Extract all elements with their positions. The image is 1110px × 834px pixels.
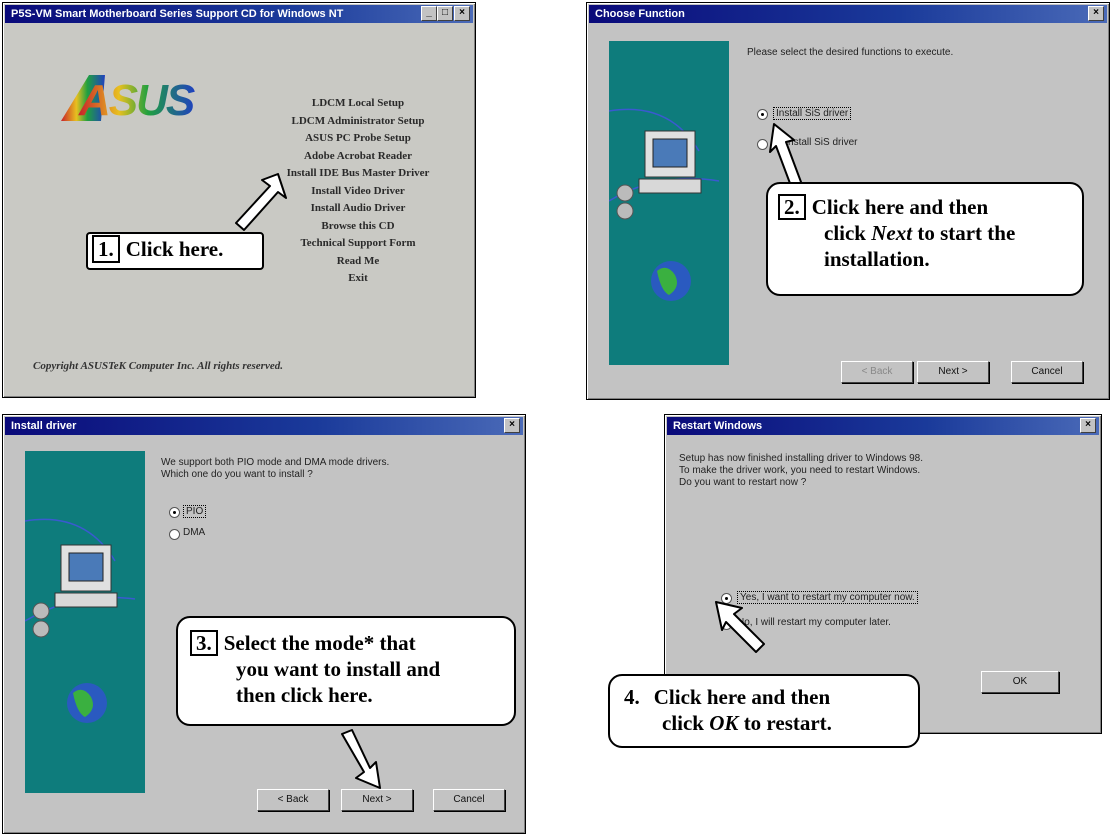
wizard-image-panel	[609, 41, 729, 365]
callout-text: Click here and then	[811, 195, 989, 219]
radio-pio[interactable]	[169, 507, 180, 518]
back-button[interactable]: < Back	[841, 361, 913, 383]
step-number: 4.	[624, 685, 640, 709]
asus-logo: ASUS	[61, 75, 197, 125]
callout-text: Click here and then	[653, 685, 831, 709]
callout-text: Click here.	[125, 237, 224, 261]
callout-text: click	[662, 711, 710, 735]
dialog-prompt-line-1: We support both PIO mode and DMA mode dr…	[161, 457, 390, 468]
restart-text-line-2: To make the driver work, you need to res…	[679, 465, 921, 476]
window-title: P5S-VM Smart Motherboard Series Support …	[5, 5, 473, 23]
menu-item-readme[interactable]: Read Me	[243, 253, 473, 271]
dialog-title: Choose Function	[589, 5, 1107, 23]
callout-line-1: 2. Click here and then	[778, 194, 1082, 220]
next-button[interactable]: Next >	[341, 789, 413, 811]
restart-text-line-1: Setup has now finished installing driver…	[679, 453, 924, 464]
callout-step-4: 4. Click here and then click OK to restar…	[608, 674, 920, 748]
copyright-text: Copyright ASUSTeK Computer Inc. All righ…	[33, 360, 283, 372]
menu-item-ldcm-local[interactable]: LDCM Local Setup	[243, 95, 473, 113]
wizard-image-panel	[25, 451, 145, 793]
callout-line-3: then click here.	[236, 683, 373, 707]
menu-item-exit[interactable]: Exit	[243, 270, 473, 288]
callout-text: click	[824, 221, 872, 245]
close-button[interactable]: ×	[1088, 6, 1104, 21]
callout-step-2: 2. Click here and then click Next to star…	[766, 182, 1084, 296]
svg-text:ASUS: ASUS	[78, 76, 195, 125]
cancel-button[interactable]: Cancel	[433, 789, 505, 811]
dialog-prompt: Please select the desired functions to e…	[747, 47, 954, 58]
dialog-prompt-line-2: Which one do you want to install ?	[161, 469, 313, 480]
callout-text: to start the	[912, 221, 1016, 245]
next-button[interactable]: Next >	[917, 361, 989, 383]
close-button[interactable]: ×	[1080, 418, 1096, 433]
minimize-button[interactable]: _	[421, 6, 437, 21]
callout-text: Select the mode* that	[223, 631, 416, 655]
callout-step-3: 3. Select the mode* that you want to inst…	[176, 616, 516, 726]
menu-item-acrobat[interactable]: Adobe Acrobat Reader	[243, 148, 473, 166]
maximize-button[interactable]: □	[437, 6, 453, 21]
back-button[interactable]: < Back	[257, 789, 329, 811]
menu-item-ldcm-admin[interactable]: LDCM Administrator Setup	[243, 113, 473, 131]
close-button[interactable]: ×	[504, 418, 520, 433]
callout-emphasis: OK	[709, 711, 739, 735]
callout-line-1: 4. Click here and then	[624, 684, 918, 710]
menu-item-pc-probe[interactable]: ASUS PC Probe Setup	[243, 130, 473, 148]
ok-button[interactable]: OK	[981, 671, 1059, 693]
close-button[interactable]: ×	[454, 6, 470, 21]
dialog-title: Install driver	[5, 417, 523, 435]
computer-icon	[609, 108, 720, 301]
arrow-pointer-1	[235, 173, 287, 231]
step-number: 2.	[778, 194, 806, 220]
step-number: 1.	[92, 235, 120, 263]
option-pio-label[interactable]: PIO	[183, 505, 207, 518]
option-dma-label[interactable]: DMA	[183, 527, 205, 538]
callout-step-1: 1. Click here.	[86, 232, 264, 270]
restart-text-line-3: Do you want to restart now ?	[679, 477, 807, 488]
arrow-pointer-4	[715, 601, 765, 653]
callout-text: to restart.	[738, 711, 832, 735]
callout-line-2: click Next to start the	[778, 220, 1082, 246]
callout-emphasis: Next	[871, 221, 913, 245]
cancel-button[interactable]: Cancel	[1011, 361, 1083, 383]
callout-line-2: you want to install and	[236, 657, 441, 681]
dialog-title: Restart Windows	[667, 417, 1099, 435]
callout-line-1: 3. Select the mode* that	[190, 630, 514, 656]
radio-dma[interactable]	[169, 529, 180, 540]
computer-icon	[25, 518, 136, 723]
step-number: 3.	[190, 630, 218, 656]
callout-line-2: click OK to restart.	[624, 710, 918, 736]
callout-line-3: installation.	[824, 247, 930, 271]
arrow-pointer-3	[341, 729, 381, 789]
